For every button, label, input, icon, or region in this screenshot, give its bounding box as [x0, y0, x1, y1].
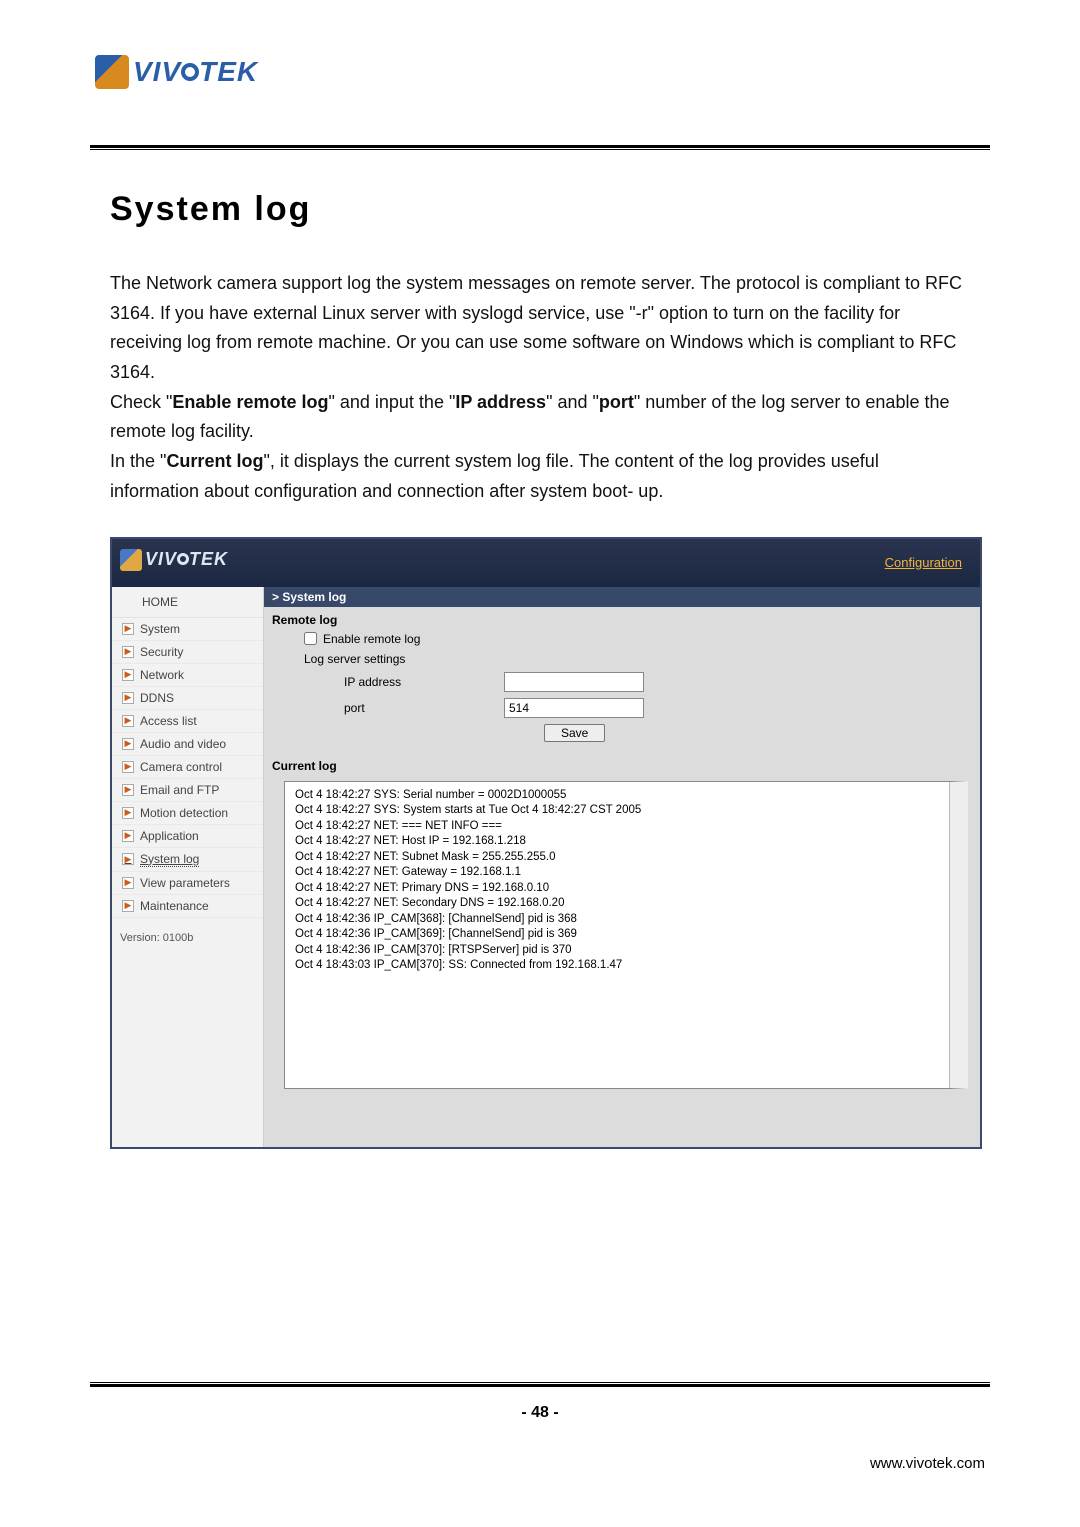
p3-bold1: Current log — [166, 451, 263, 471]
log-textarea[interactable]: Oct 4 18:42:27 SYS: Serial number = 0002… — [284, 781, 968, 1089]
config-screenshot: VIVTEK Configuration HOME ▶ System ▶ Secur… — [110, 537, 982, 1149]
page-heading: System log — [110, 190, 970, 229]
arrow-icon: ▶ — [122, 692, 134, 704]
sidebar-item-motion-detection[interactable]: ▶ Motion detection — [112, 802, 263, 825]
page-number: - 48 - — [0, 1404, 1080, 1422]
port-label: port — [304, 701, 504, 715]
sidebar-item-label: Network — [140, 668, 184, 682]
footer-url: www.vivotek.com — [870, 1455, 985, 1472]
p2-bold2: IP address — [455, 392, 546, 412]
inner-logo-text: VIVTEK — [145, 549, 228, 570]
sidebar-item-system-log[interactable]: ▶ System log — [112, 848, 263, 872]
log-line: Oct 4 18:42:27 NET: Gateway = 192.168.1.… — [295, 865, 940, 881]
log-line: Oct 4 18:42:27 NET: Primary DNS = 192.16… — [295, 881, 940, 897]
port-row: port — [304, 695, 980, 721]
enable-remote-checkbox[interactable] — [304, 632, 317, 645]
section-title: > System log — [264, 587, 980, 607]
sidebar-item-label: Maintenance — [140, 899, 209, 913]
sidebar-item-email-ftp[interactable]: ▶ Email and FTP — [112, 779, 263, 802]
sidebar-item-label: Audio and video — [140, 737, 226, 751]
sidebar-item-camera-control[interactable]: ▶ Camera control — [112, 756, 263, 779]
sidebar-item-label: View parameters — [140, 876, 230, 890]
sidebar-item-label: DDNS — [140, 691, 174, 705]
arrow-icon: ▶ — [122, 900, 134, 912]
arrow-icon: ▶ — [122, 784, 134, 796]
sidebar-item-label: System log — [140, 852, 199, 867]
sidebar-item-label: Application — [140, 829, 199, 843]
arrow-icon: ▶ — [122, 738, 134, 750]
sidebar-item-label: System — [140, 622, 180, 636]
port-input[interactable] — [504, 698, 644, 718]
p2-bold3: port — [599, 392, 634, 412]
remote-log-heading: Remote log — [264, 607, 980, 629]
sidebar-item-maintenance[interactable]: ▶ Maintenance — [112, 895, 263, 918]
sidebar-item-security[interactable]: ▶ Security — [112, 641, 263, 664]
p3-a: In the " — [110, 451, 166, 471]
sidebar-item-label: Camera control — [140, 760, 222, 774]
inner-logo: VIVTEK — [120, 549, 228, 571]
ip-address-input[interactable] — [504, 672, 644, 692]
p2-bold1: Enable remote log — [172, 392, 328, 412]
paragraph-3: In the "Current log", it displays the cu… — [110, 447, 970, 506]
sidebar-item-label: Motion detection — [140, 806, 228, 820]
log-line: Oct 4 18:42:27 SYS: System starts at Tue… — [295, 803, 940, 819]
sidebar-item-ddns[interactable]: ▶ DDNS — [112, 687, 263, 710]
log-line: Oct 4 18:42:27 NET: === NET INFO === — [295, 819, 940, 835]
sidebar-item-network[interactable]: ▶ Network — [112, 664, 263, 687]
arrow-icon: ▶ — [122, 877, 134, 889]
sidebar-item-view-parameters[interactable]: ▶ View parameters — [112, 872, 263, 895]
arrow-icon: ▶ — [122, 761, 134, 773]
enable-remote-row: Enable remote log — [304, 629, 980, 649]
sidebar: HOME ▶ System ▶ Security ▶ Network ▶ DDNS ▶ A… — [112, 587, 264, 1147]
arrow-icon: ▶ — [122, 853, 134, 865]
sidebar-item-system[interactable]: ▶ System — [112, 618, 263, 641]
arrow-icon: ▶ — [122, 715, 134, 727]
paragraph-1: The Network camera support log the syste… — [110, 269, 970, 388]
logo-text: VIVTEK — [133, 56, 258, 88]
log-line: Oct 4 18:43:03 IP_CAM[370]: SS: Connecte… — [295, 958, 940, 974]
paragraph-2: Check "Enable remote log" and input the … — [110, 388, 970, 447]
p2-c: " and " — [546, 392, 599, 412]
ip-address-row: IP address — [304, 669, 980, 695]
log-server-settings-label: Log server settings — [304, 652, 405, 666]
sidebar-item-label: Security — [140, 645, 183, 659]
sidebar-item-application[interactable]: ▶ Application — [112, 825, 263, 848]
page-logo: VIVTEK — [95, 55, 258, 89]
sidebar-item-label: Access list — [140, 714, 197, 728]
logo-mark-icon — [95, 55, 129, 89]
bottom-rule — [90, 1382, 990, 1387]
inner-logo-mark-icon — [120, 549, 142, 571]
sidebar-home[interactable]: HOME — [112, 587, 263, 618]
ip-address-label: IP address — [304, 675, 504, 689]
log-server-settings-row: Log server settings — [304, 649, 980, 669]
top-rule — [90, 145, 990, 150]
sidebar-version: Version: 0100b — [112, 918, 263, 944]
save-button[interactable]: Save — [544, 724, 605, 742]
log-line: Oct 4 18:42:36 IP_CAM[368]: [ChannelSend… — [295, 912, 940, 928]
configuration-link[interactable]: Configuration — [885, 555, 962, 570]
log-line: Oct 4 18:42:27 NET: Secondary DNS = 192.… — [295, 896, 940, 912]
log-line: Oct 4 18:42:27 NET: Host IP = 192.168.1.… — [295, 834, 940, 850]
shot-header: VIVTEK Configuration — [112, 539, 980, 587]
main-panel: > System log Remote log Enable remote lo… — [264, 587, 980, 1147]
arrow-icon: ▶ — [122, 807, 134, 819]
enable-remote-label: Enable remote log — [323, 632, 420, 646]
save-row: Save — [304, 721, 980, 745]
p2-b: " and input the " — [328, 392, 455, 412]
arrow-icon: ▶ — [122, 623, 134, 635]
sidebar-item-label: Email and FTP — [140, 783, 219, 797]
log-line: Oct 4 18:42:27 NET: Subnet Mask = 255.25… — [295, 850, 940, 866]
arrow-icon: ▶ — [122, 646, 134, 658]
log-line: Oct 4 18:42:36 IP_CAM[370]: [RTSPServer]… — [295, 943, 940, 959]
arrow-icon: ▶ — [122, 830, 134, 842]
current-log-heading: Current log — [264, 753, 980, 775]
arrow-icon: ▶ — [122, 669, 134, 681]
sidebar-item-audio-video[interactable]: ▶ Audio and video — [112, 733, 263, 756]
log-line: Oct 4 18:42:27 SYS: Serial number = 0002… — [295, 788, 940, 804]
p2-a: Check " — [110, 392, 172, 412]
sidebar-item-access-list[interactable]: ▶ Access list — [112, 710, 263, 733]
log-line: Oct 4 18:42:36 IP_CAM[369]: [ChannelSend… — [295, 927, 940, 943]
